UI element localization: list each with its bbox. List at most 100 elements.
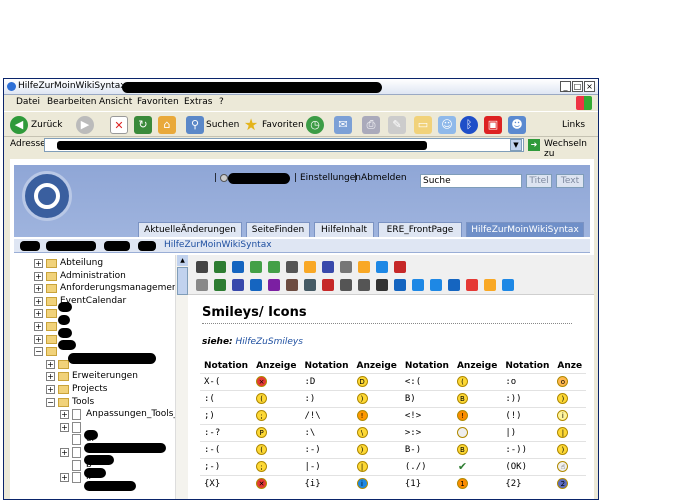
menu-datei[interactable]: Datei: [16, 97, 40, 107]
collapse-icon[interactable]: −: [34, 347, 43, 357]
expand-icon[interactable]: +: [46, 385, 55, 394]
expand-icon[interactable]: +: [60, 422, 69, 432]
tab-front-page[interactable]: ERE_FrontPage: [378, 222, 462, 237]
display-cell: B: [452, 389, 502, 407]
expand-icon[interactable]: +: [34, 334, 43, 344]
tree-scrollbar[interactable]: ▲: [175, 255, 188, 499]
comment-icon[interactable]: [214, 261, 226, 273]
expand-icon[interactable]: +: [34, 259, 43, 268]
package-icon[interactable]: [502, 279, 514, 291]
folder-icon[interactable]: [358, 261, 370, 273]
text-search-button[interactable]: Text: [556, 174, 584, 188]
menu-extras[interactable]: Extras: [184, 97, 212, 107]
trail-current-page[interactable]: HilfeZurMoinWikiSyntax: [164, 240, 272, 250]
reload-icon[interactable]: [394, 279, 406, 291]
menu-favoriten[interactable]: Favoriten: [137, 97, 179, 107]
tab-find-page[interactable]: SeiteFinden: [246, 222, 310, 237]
copy-icon[interactable]: [340, 261, 352, 273]
redacted: [58, 340, 76, 350]
links-label[interactable]: Links: [562, 120, 585, 130]
settings-icon[interactable]: [466, 279, 478, 291]
tab-help-contents[interactable]: HilfeInhalt: [314, 222, 374, 237]
minimize-button[interactable]: _: [560, 81, 571, 92]
attention-icon: !: [456, 410, 468, 421]
expand-icon[interactable]: +: [34, 296, 43, 306]
mail-icon[interactable]: [250, 261, 262, 273]
home-icon[interactable]: ⌂: [158, 116, 176, 134]
info-icon[interactable]: [250, 279, 262, 291]
address-input[interactable]: [44, 138, 524, 152]
title-search-button[interactable]: Titel: [526, 174, 552, 188]
print-icon[interactable]: [196, 261, 208, 273]
tab-recent-changes[interactable]: AktuelleÄnderungen: [138, 222, 242, 237]
question-icon[interactable]: [448, 279, 460, 291]
close-button[interactable]: ×: [584, 81, 595, 92]
expand-icon[interactable]: +: [34, 322, 43, 331]
redacted-username[interactable]: [228, 173, 290, 184]
toolbox-icon[interactable]: ▣: [484, 116, 502, 134]
search2-icon[interactable]: [430, 279, 442, 291]
forward-icon[interactable]: ▶: [76, 116, 94, 134]
toc-icon[interactable]: [322, 279, 334, 291]
expand-icon[interactable]: +: [46, 359, 55, 369]
stop-icon[interactable]: [484, 279, 496, 291]
column-header: Anzeige: [356, 360, 397, 371]
expand-icon[interactable]: +: [46, 372, 55, 382]
pdf-icon[interactable]: [340, 279, 352, 291]
wiki-search-input[interactable]: Suche: [420, 174, 522, 188]
refresh-icon[interactable]: ↻: [134, 116, 152, 134]
go-button[interactable]: Wechseln zu: [544, 139, 598, 159]
folder-icon[interactable]: ▭: [414, 116, 432, 134]
edit-icon[interactable]: [304, 261, 316, 273]
edit-icon[interactable]: ✎: [388, 116, 406, 134]
tab-current-page[interactable]: HilfeZurMoinWikiSyntax: [466, 222, 584, 237]
expand-icon[interactable]: +: [34, 271, 43, 281]
expand-icon[interactable]: +: [60, 448, 69, 457]
menu-ansicht[interactable]: Ansicht: [99, 97, 132, 107]
book-icon[interactable]: [232, 279, 244, 291]
attach-icon[interactable]: [196, 279, 208, 291]
scroll-up-button[interactable]: ▲: [177, 255, 188, 266]
collapse-icon[interactable]: −: [46, 397, 55, 407]
check-icon[interactable]: [214, 279, 226, 291]
history-icon[interactable]: ◷: [306, 116, 324, 134]
back-icon[interactable]: ◀: [10, 116, 28, 134]
address-dropdown-button[interactable]: ▼: [510, 139, 522, 151]
back-label[interactable]: Zurück: [31, 120, 62, 130]
scroll-thumb[interactable]: [177, 267, 188, 295]
doc-icon[interactable]: [286, 279, 298, 291]
go-icon[interactable]: ➜: [528, 139, 540, 151]
bookmark-icon[interactable]: [232, 261, 244, 273]
translate-icon[interactable]: [322, 261, 334, 273]
help-icon[interactable]: [412, 279, 424, 291]
users-icon[interactable]: ☻: [508, 116, 526, 134]
expand-icon[interactable]: +: [60, 473, 69, 483]
search-label[interactable]: Suchen: [206, 120, 239, 130]
delete-icon[interactable]: [394, 261, 406, 273]
raw-icon[interactable]: [376, 279, 388, 291]
bluetooth-icon[interactable]: ᛒ: [460, 116, 478, 134]
favorites-icon[interactable]: ★: [242, 116, 260, 134]
print3-icon[interactable]: [358, 279, 370, 291]
menu-help[interactable]: ?: [219, 97, 224, 107]
stop-icon[interactable]: ✕: [110, 116, 128, 134]
expand-icon[interactable]: +: [60, 410, 69, 420]
save-icon[interactable]: [376, 261, 388, 273]
moinmoin-logo[interactable]: [22, 171, 72, 221]
logout-link[interactable]: Abmelden: [361, 173, 407, 183]
messenger-icon[interactable]: ☺: [438, 116, 456, 134]
maximize-button[interactable]: □: [572, 81, 583, 92]
search-icon[interactable]: ⚲: [186, 116, 204, 134]
refresh-icon[interactable]: [268, 279, 280, 291]
mail-icon[interactable]: ✉: [334, 116, 352, 134]
menu-bearbeiten[interactable]: Bearbeiten: [47, 97, 96, 107]
favorites-label[interactable]: Favoriten: [262, 120, 304, 130]
settings-link[interactable]: Einstellungen: [300, 173, 361, 183]
print-icon[interactable]: ⎙: [362, 116, 380, 134]
subscribe-icon[interactable]: [268, 261, 280, 273]
smileys-help-link[interactable]: HilfeZuSmileys: [236, 337, 303, 347]
expand-icon[interactable]: +: [34, 284, 43, 294]
xml-icon[interactable]: [304, 279, 316, 291]
print2-icon[interactable]: [286, 261, 298, 273]
expand-icon[interactable]: +: [34, 309, 43, 319]
